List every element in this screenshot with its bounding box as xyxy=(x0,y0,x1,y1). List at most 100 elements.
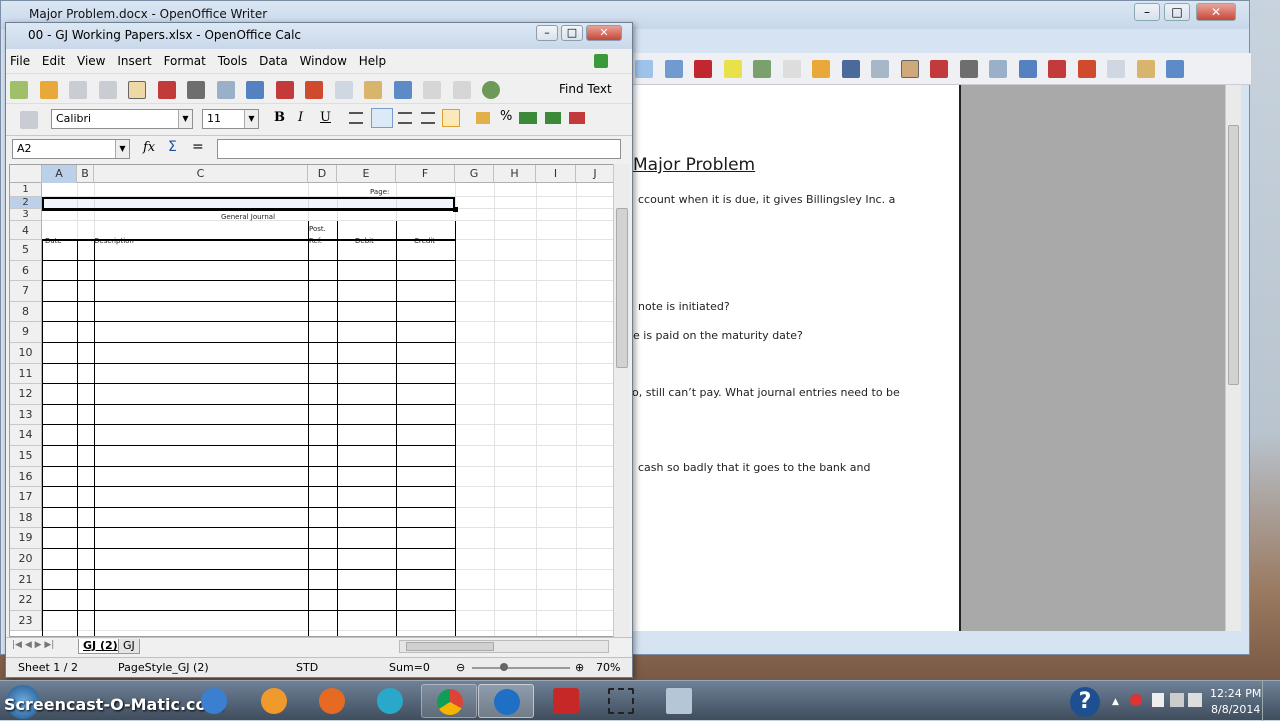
row-header-14[interactable]: 14 xyxy=(10,425,42,446)
redo-icon[interactable] xyxy=(452,81,471,99)
zoom-in-icon[interactable]: ⊕ xyxy=(575,661,584,674)
menu-edit[interactable]: Edit xyxy=(38,51,69,68)
row-header-19[interactable]: 19 xyxy=(10,528,42,549)
taskbar-snip[interactable] xyxy=(593,684,649,718)
highlight-icon[interactable] xyxy=(723,60,742,78)
italic-button[interactable]: I xyxy=(298,110,303,125)
taskbar-firefox[interactable] xyxy=(304,684,360,718)
zoom-out-icon[interactable]: ⊖ xyxy=(456,661,465,674)
align-center-icon[interactable] xyxy=(371,108,393,128)
tray-flag-icon[interactable] xyxy=(1152,693,1164,707)
row-header-6[interactable]: 6 xyxy=(10,260,42,282)
row-header-15[interactable]: 15 xyxy=(10,446,42,467)
paste-icon[interactable] xyxy=(1136,60,1155,78)
tray-record-icon[interactable] xyxy=(1130,694,1142,706)
column-header-a[interactable]: A xyxy=(42,165,77,183)
show-desktop-button[interactable] xyxy=(1262,681,1280,721)
column-header-e[interactable]: E xyxy=(337,165,396,183)
tray-volume-icon[interactable] xyxy=(1188,693,1202,707)
copy-icon[interactable] xyxy=(1107,60,1125,78)
column-header-j[interactable]: J xyxy=(576,165,613,183)
chevron-down-icon[interactable]: ▼ xyxy=(178,110,192,128)
chevron-down-icon[interactable]: ▼ xyxy=(244,110,258,128)
print-icon[interactable] xyxy=(187,81,205,99)
taskbar-calc[interactable] xyxy=(651,684,707,718)
scroll-thumb[interactable] xyxy=(1228,125,1239,385)
sheet-tab-gj2[interactable]: GJ (2) xyxy=(78,639,123,654)
row-header-13[interactable]: 13 xyxy=(10,404,42,426)
outdent-icon[interactable] xyxy=(664,60,683,78)
taskbar-pdf[interactable] xyxy=(538,684,594,718)
font-name-select[interactable]: Calibri ▼ xyxy=(51,109,193,129)
writer-page[interactable]: Major Problem ccount when it is due, it … xyxy=(631,85,961,631)
menu-tools[interactable]: Tools xyxy=(214,51,252,68)
navigator-icon[interactable] xyxy=(482,81,500,99)
undo-icon[interactable] xyxy=(423,81,441,99)
print-icon[interactable] xyxy=(959,60,978,78)
menu-file[interactable]: File xyxy=(6,51,34,68)
row-header-10[interactable]: 10 xyxy=(10,343,42,364)
scroll-thumb[interactable] xyxy=(406,642,494,651)
merge-cells-icon[interactable] xyxy=(442,109,460,127)
currency-icon[interactable] xyxy=(476,112,490,124)
row-header-3[interactable]: 3 xyxy=(10,209,42,221)
row-header-16[interactable]: 16 xyxy=(10,466,42,488)
column-header-i[interactable]: I xyxy=(536,165,576,183)
scroll-thumb[interactable] xyxy=(616,208,628,368)
menu-window[interactable]: Window xyxy=(296,51,351,68)
spellcheck-icon[interactable] xyxy=(246,81,264,99)
clock-time[interactable]: 12:24 PM xyxy=(1210,687,1261,700)
selection-mode[interactable]: STD xyxy=(296,661,318,674)
add-decimal-icon[interactable] xyxy=(545,112,561,124)
chevron-down-icon[interactable]: ▼ xyxy=(115,140,129,158)
maximize-icon[interactable]: □ xyxy=(1164,3,1190,21)
writer-vertical-scrollbar[interactable] xyxy=(1225,85,1241,631)
menu-help[interactable]: Help xyxy=(355,51,390,68)
percent-icon[interactable]: % xyxy=(500,109,512,124)
row-header-2[interactable]: 2 xyxy=(10,197,42,209)
tray-chevron-icon[interactable]: ▲ xyxy=(1112,697,1119,707)
minimize-icon[interactable]: – xyxy=(536,25,558,41)
zoom-level[interactable]: 70% xyxy=(596,661,620,674)
autospellcheck-icon[interactable] xyxy=(275,81,294,99)
email-icon[interactable] xyxy=(871,60,889,78)
sheet-tab-gj[interactable]: GJ xyxy=(118,639,140,654)
page-preview-icon[interactable] xyxy=(989,60,1007,78)
help-icon[interactable]: ? xyxy=(1070,687,1100,717)
sheet-nav-icon[interactable]: |◀ ◀ ▶ ▶| xyxy=(12,640,54,650)
taskbar-app[interactable] xyxy=(362,684,418,718)
row-header-4[interactable]: 4 xyxy=(10,221,42,240)
zoom-slider-handle[interactable] xyxy=(500,663,508,671)
row-header-20[interactable]: 20 xyxy=(10,549,42,570)
new-icon[interactable] xyxy=(10,81,28,99)
taskbar-ie[interactable] xyxy=(186,684,242,718)
open-icon[interactable] xyxy=(812,60,830,78)
save-icon[interactable] xyxy=(841,60,860,78)
new-icon[interactable] xyxy=(782,60,801,78)
justify-icon[interactable] xyxy=(421,112,435,124)
column-header-h[interactable]: H xyxy=(494,165,536,183)
underline-button[interactable]: U xyxy=(320,110,331,125)
spreadsheet-grid[interactable]: ABCDEFGHIJ 1 2 3 4 5 6 7 8 9 10 11 12 13 14 15 16 17 18 19… xyxy=(9,164,614,637)
bold-button[interactable]: B xyxy=(274,110,285,125)
open-icon[interactable] xyxy=(39,81,58,99)
row-header-12[interactable]: 12 xyxy=(10,384,42,405)
export-pdf-icon[interactable] xyxy=(930,60,948,78)
select-all-corner[interactable] xyxy=(10,165,42,183)
column-header-g[interactable]: G xyxy=(455,165,494,183)
cut-icon[interactable] xyxy=(305,81,323,99)
maximize-icon[interactable]: □ xyxy=(561,25,583,41)
cell-cursor[interactable] xyxy=(42,197,455,210)
edit-file-icon[interactable] xyxy=(128,81,146,99)
column-header-d[interactable]: D xyxy=(308,165,337,183)
row-header-7[interactable]: 7 xyxy=(10,281,42,302)
copy-icon[interactable] xyxy=(334,81,353,99)
number-format-icon[interactable] xyxy=(519,112,537,124)
row-header-8[interactable]: 8 xyxy=(10,301,42,323)
indent-icon[interactable] xyxy=(635,60,653,78)
menu-data[interactable]: Data xyxy=(255,51,292,68)
row-header-17[interactable]: 17 xyxy=(10,487,42,508)
page-style[interactable]: PageStyle_GJ (2) xyxy=(118,661,209,674)
cut-icon[interactable] xyxy=(1077,60,1096,78)
column-header-f[interactable]: F xyxy=(396,165,455,183)
